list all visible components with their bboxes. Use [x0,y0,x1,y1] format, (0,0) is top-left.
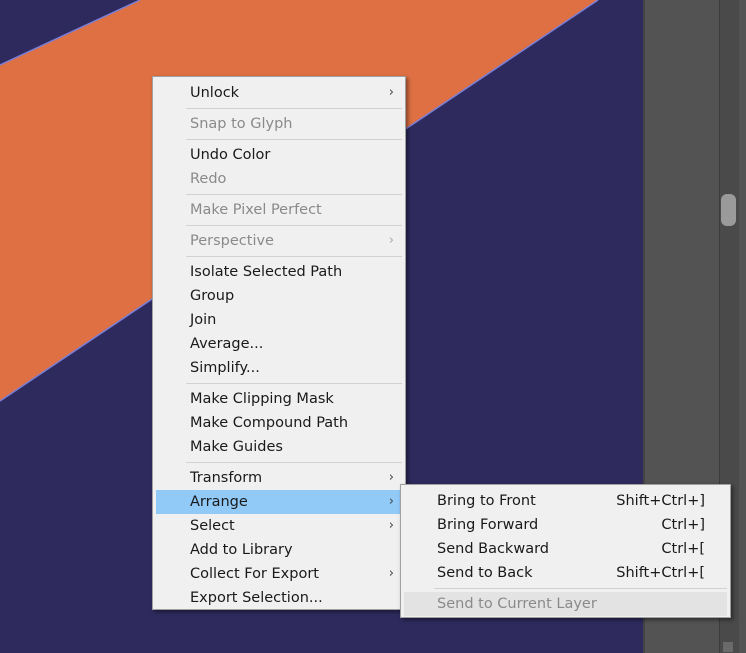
menu-item-average[interactable]: Average... [156,332,402,356]
menu-item-label: Bring Forward [437,517,539,533]
menu-item-undo-color[interactable]: Undo Color [156,143,402,167]
menu-item-select[interactable]: Select › [156,514,402,538]
menu-item-label: Add to Library [190,542,293,558]
menu-separator [186,256,402,257]
menu-item-label: Bring to Front [437,493,536,509]
chevron-right-icon: › [388,233,394,248]
menu-item-label: Collect For Export [190,566,319,582]
menu-item-label: Perspective [190,233,274,249]
submenu-item-send-backward[interactable]: Send Backward Ctrl+[ [404,537,727,561]
context-menu: Unlock › Snap to Glyph Undo Color Redo Make P… [152,76,406,610]
menu-separator [434,588,727,589]
menu-item-label: Select [190,518,235,534]
menu-item-shortcut: Shift+Ctrl+] [616,493,705,509]
menu-item-make-guides[interactable]: Make Guides [156,435,402,459]
chevron-right-icon: › [388,85,394,100]
menu-item-label: Send to Back [437,565,533,581]
submenu-item-bring-to-front[interactable]: Bring to Front Shift+Ctrl+] [404,489,727,513]
menu-separator [186,383,402,384]
menu-item-label: Simplify... [190,360,260,376]
chevron-right-icon: › [388,470,394,485]
menu-item-label: Unlock [190,85,240,101]
menu-item-export-selection[interactable]: Export Selection... [156,586,402,610]
menu-item-label: Export Selection... [190,590,323,606]
scrollbar-thumb[interactable] [721,194,736,226]
submenu-item-send-to-current-layer: Send to Current Layer [404,592,727,616]
menu-separator [186,194,402,195]
menu-item-collect-for-export[interactable]: Collect For Export › [156,562,402,586]
menu-item-unlock[interactable]: Unlock › [156,81,402,105]
menu-item-label: Make Compound Path [190,415,349,431]
menu-item-label: Send Backward [437,541,549,557]
chevron-right-icon: › [388,566,394,581]
menu-item-shortcut: Ctrl+[ [661,541,705,557]
menu-item-label: Group [190,288,235,304]
scroll-down-arrow-icon[interactable] [723,642,733,652]
menu-item-redo: Redo [156,167,402,191]
menu-item-label: Make Guides [190,439,283,455]
menu-item-make-clipping-mask[interactable]: Make Clipping Mask [156,387,402,411]
menu-item-shortcut: Ctrl+] [661,517,705,533]
menu-item-arrange[interactable]: Arrange › [156,490,402,514]
menu-item-join[interactable]: Join [156,308,402,332]
menu-item-add-to-library[interactable]: Add to Library [156,538,402,562]
menu-item-label: Transform [190,470,263,486]
menu-item-snap-to-glyph: Snap to Glyph [156,112,402,136]
menu-item-label: Send to Current Layer [437,596,597,612]
menu-item-label: Isolate Selected Path [190,264,343,280]
menu-item-transform[interactable]: Transform › [156,466,402,490]
menu-item-label: Average... [190,336,264,352]
menu-item-shortcut: Shift+Ctrl+[ [616,565,705,581]
submenu-item-bring-forward[interactable]: Bring Forward Ctrl+] [404,513,727,537]
menu-separator [186,225,402,226]
menu-item-label: Arrange [190,494,248,510]
menu-item-make-compound-path[interactable]: Make Compound Path [156,411,402,435]
menu-item-label: Undo Color [190,147,271,163]
submenu-item-send-to-back[interactable]: Send to Back Shift+Ctrl+[ [404,561,727,585]
menu-separator [186,139,402,140]
menu-item-label: Make Pixel Perfect [190,202,322,218]
chevron-right-icon: › [388,494,394,509]
menu-item-label: Snap to Glyph [190,116,293,132]
chevron-right-icon: › [388,518,394,533]
menu-separator [186,108,402,109]
menu-item-label: Join [190,312,217,328]
menu-item-perspective: Perspective › [156,229,402,253]
arrange-submenu: Bring to Front Shift+Ctrl+] Bring Forward C… [400,484,731,618]
menu-item-group[interactable]: Group [156,284,402,308]
menu-item-label: Redo [190,171,227,187]
menu-item-label: Make Clipping Mask [190,391,334,407]
menu-separator [186,462,402,463]
menu-item-make-pixel-perfect: Make Pixel Perfect [156,198,402,222]
menu-item-simplify[interactable]: Simplify... [156,356,402,380]
menu-item-isolate-selected-path[interactable]: Isolate Selected Path [156,260,402,284]
